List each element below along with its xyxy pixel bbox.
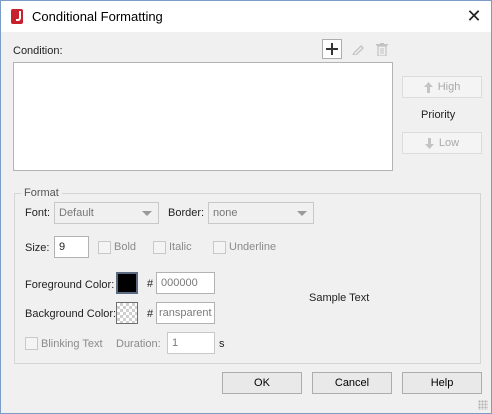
size-input[interactable]: 9: [54, 236, 89, 258]
trash-icon: [376, 42, 388, 56]
arrow-down-icon: [424, 137, 434, 149]
background-hash-label: #: [147, 308, 154, 320]
italic-checkbox[interactable]: [153, 241, 166, 254]
underline-label: Underline: [229, 241, 277, 253]
title-bar: Conditional Formatting ✕: [1, 1, 491, 32]
background-color-swatch[interactable]: [116, 302, 138, 324]
bold-label: Bold: [114, 241, 137, 253]
jreport-app-icon: [11, 9, 23, 24]
priority-low-button[interactable]: Low: [402, 132, 482, 154]
condition-list[interactable]: [13, 62, 393, 171]
font-select[interactable]: Default: [54, 202, 159, 224]
background-color-input[interactable]: ransparent: [156, 302, 215, 324]
close-button[interactable]: ✕: [463, 6, 485, 26]
priority-low-label: Low: [438, 137, 460, 149]
conditional-formatting-dialog: Conditional Formatting ✕ Condition: High…: [0, 0, 492, 414]
chevron-down-icon: [297, 211, 307, 216]
blinking-text-label: Blinking Text: [41, 338, 103, 350]
format-legend: Format: [21, 187, 62, 199]
underline-checkbox[interactable]: [213, 241, 226, 254]
foreground-hash-label: #: [147, 278, 154, 290]
foreground-color-swatch[interactable]: [116, 272, 138, 294]
duration-unit-label: s: [219, 338, 225, 350]
priority-high-label: High: [437, 81, 461, 93]
sample-text: Sample Text: [309, 292, 370, 304]
font-label: Font:: [25, 207, 51, 219]
window-title: Conditional Formatting: [32, 9, 163, 24]
foreground-color-label: Foreground Color:: [25, 279, 115, 291]
ok-button[interactable]: OK: [222, 372, 302, 394]
help-button[interactable]: Help: [402, 372, 482, 394]
condition-label: Condition:: [13, 45, 63, 57]
duration-input[interactable]: 1: [167, 332, 215, 354]
cancel-button[interactable]: Cancel: [312, 372, 392, 394]
border-label: Border:: [168, 207, 205, 219]
border-select[interactable]: none: [208, 202, 314, 224]
pencil-icon: [352, 45, 364, 55]
bold-checkbox[interactable]: [98, 241, 111, 254]
foreground-color-input[interactable]: 000000: [156, 272, 215, 294]
arrow-up-icon: [423, 81, 433, 93]
font-select-value: Default: [59, 207, 94, 219]
edit-condition-button[interactable]: [348, 39, 368, 59]
border-select-value: none: [213, 207, 238, 219]
size-label: Size:: [25, 242, 50, 254]
duration-label: Duration:: [116, 338, 161, 350]
priority-label: Priority: [421, 109, 456, 121]
priority-high-button[interactable]: High: [402, 76, 482, 98]
chevron-down-icon: [142, 211, 152, 216]
delete-condition-button[interactable]: [372, 39, 392, 59]
background-color-label: Background Color:: [25, 308, 117, 320]
plus-icon: [326, 43, 338, 55]
add-condition-button[interactable]: [322, 39, 342, 59]
italic-label: Italic: [169, 241, 192, 253]
resize-grip-icon[interactable]: [478, 400, 488, 410]
blinking-text-checkbox[interactable]: [25, 337, 38, 350]
